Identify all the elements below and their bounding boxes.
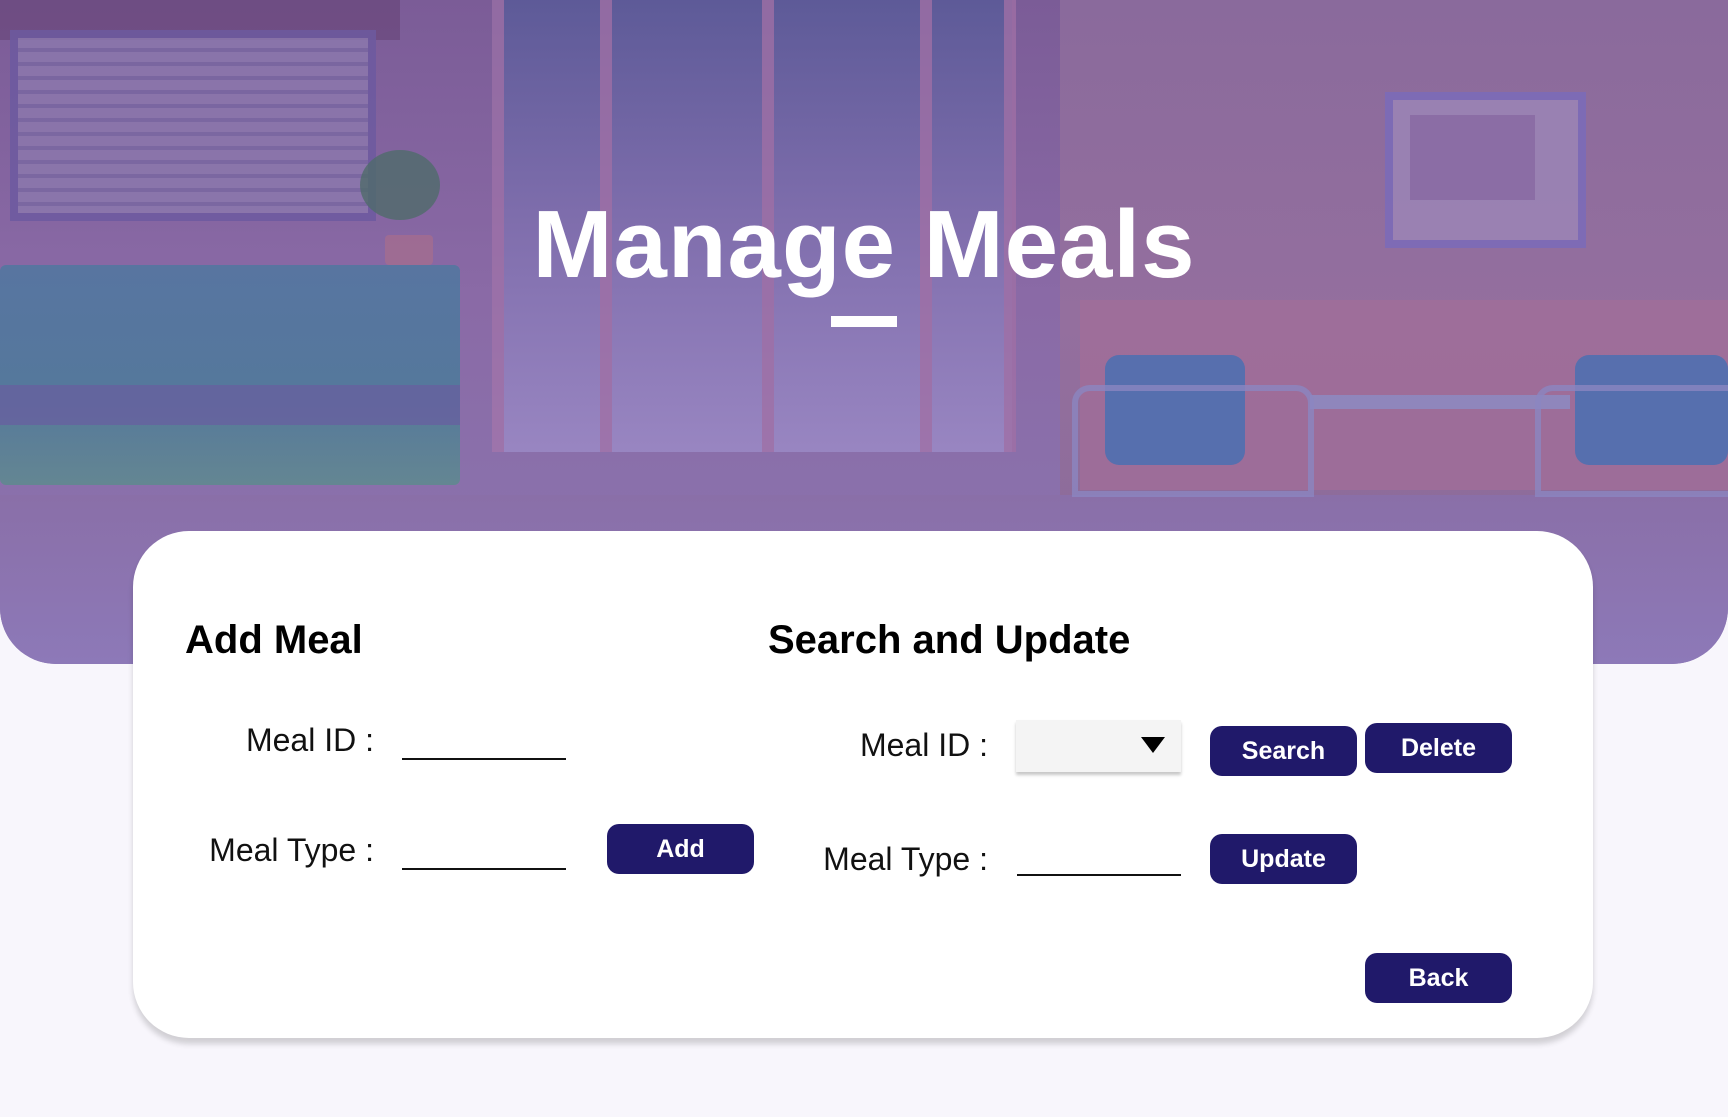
add-meal-heading: Add Meal bbox=[185, 618, 363, 662]
background-sofa-seat bbox=[0, 385, 460, 425]
add-meal-type-label: Meal Type : bbox=[209, 832, 374, 868]
page-title: Manage Meals bbox=[532, 191, 1196, 298]
title-underline bbox=[831, 316, 897, 327]
search-meal-id-label: Meal ID : bbox=[859, 727, 988, 763]
background-chair-frame bbox=[1072, 385, 1314, 497]
add-meal-id-label: Meal ID : bbox=[245, 722, 374, 758]
add-meal-id-input[interactable] bbox=[402, 724, 566, 760]
search-meal-type-label: Meal Type : bbox=[823, 841, 988, 877]
add-button[interactable]: Add bbox=[607, 824, 754, 874]
add-meal-type-input[interactable] bbox=[402, 834, 566, 870]
search-update-heading: Search and Update bbox=[768, 618, 1131, 662]
update-button[interactable]: Update bbox=[1210, 834, 1357, 884]
background-chair-frame bbox=[1535, 385, 1728, 497]
delete-button[interactable]: Delete bbox=[1365, 723, 1512, 773]
background-table bbox=[1310, 395, 1570, 409]
back-button[interactable]: Back bbox=[1365, 953, 1512, 1003]
update-meal-type-input[interactable] bbox=[1017, 840, 1181, 876]
background-picture bbox=[1410, 115, 1535, 200]
search-button[interactable]: Search bbox=[1210, 726, 1357, 776]
meal-id-dropdown[interactable] bbox=[1016, 720, 1181, 772]
caret-down-icon bbox=[1141, 737, 1165, 753]
